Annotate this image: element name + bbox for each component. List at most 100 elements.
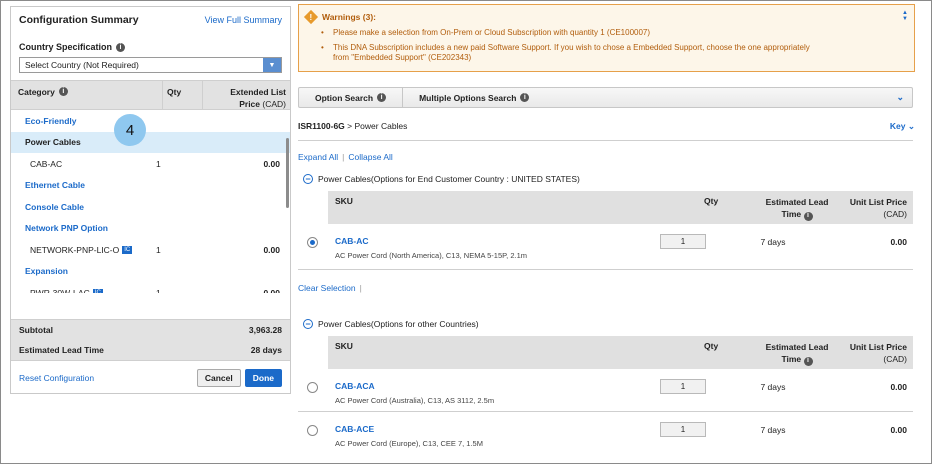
options-grid-header: SKU Qty Estimated Lead Time i Unit List P… (328, 336, 913, 369)
quantity-input[interactable]: 1 (660, 422, 706, 437)
warning-item-text: This DNA Subscription includes a new pai… (333, 42, 810, 52)
lead-time: 7 days (760, 382, 786, 392)
item-name: PWR-30W-I-AC IC (11, 288, 156, 293)
option-sku-link[interactable]: CAB-ACE (335, 424, 374, 434)
category-item[interactable]: Power Cables (11, 131, 290, 153)
warnings-box: ! Warnings (3): Please make a selection … (298, 4, 915, 72)
item-price: 0.00 (263, 287, 280, 293)
price-col-line1: Unit List Price (849, 342, 907, 352)
breadcrumb: ISR1100-6G > Power Cables (298, 121, 407, 131)
country-spec-label: Country Specification i (11, 33, 290, 52)
section-title: Power Cables(Options for other Countries… (318, 319, 479, 329)
qty-col-header: Qty (162, 81, 202, 109)
category-item[interactable]: Console Cable (11, 196, 290, 218)
expand-all-link[interactable]: Expand All (298, 152, 338, 162)
lead-time-label: Estimated Lead Time (19, 345, 104, 355)
tab-multiple-options-label: Multiple Options Search (419, 92, 517, 103)
key-label: Key (889, 121, 906, 131)
lead-col-line1: Estimated Lead (765, 342, 829, 352)
options-panel: ! Warnings (3): Please make a selection … (298, 4, 915, 460)
option-radio[interactable] (307, 237, 318, 248)
scroll-arrows-icon[interactable]: ▲ ▼ (902, 10, 908, 22)
lead-col-header: Estimated Lead Time i (753, 196, 841, 221)
section-header-us[interactable]: − Power Cables(Options for End Customer … (303, 174, 580, 184)
summary-totals: Subtotal 3,963.28 Estimated Lead Time 28… (11, 319, 290, 361)
lead-col-header: Estimated Lead Time i (753, 341, 841, 366)
price-col-header: Unit List Price (CAD) (850, 341, 907, 365)
subtotal-value: 3,963.28 (248, 325, 282, 335)
view-full-summary-link[interactable]: View Full Summary (205, 15, 282, 25)
item-price: 0.00 (263, 158, 280, 169)
reset-configuration-link[interactable]: Reset Configuration (19, 373, 94, 383)
unit-price: 0.00 (890, 382, 907, 392)
info-icon[interactable]: i (58, 87, 68, 96)
included-tag: IC (92, 288, 103, 293)
lead-col-line1: Estimated Lead (765, 197, 829, 207)
summary-table-header: Category i Qty Extended List Price (CAD) (11, 80, 290, 110)
collapse-icon[interactable]: − (303, 319, 313, 329)
clear-selection-link[interactable]: Clear Selection (298, 283, 356, 293)
collapse-all-link[interactable]: Collapse All (348, 152, 392, 162)
chevron-down-icon[interactable]: ▼ (263, 58, 281, 72)
item-qty: 1 (156, 244, 161, 255)
section-header-other[interactable]: − Power Cables(Options for other Countri… (303, 319, 479, 329)
lead-col-line2: Time (781, 354, 802, 364)
country-select[interactable]: Select Country (Not Required) ▼ (19, 57, 282, 73)
warning-item: Please make a selection from On-Prem or … (319, 28, 810, 39)
collapse-icon[interactable]: − (303, 174, 313, 184)
clear-selection: Clear Selection | (298, 283, 362, 293)
option-row: CAB-AC AC Power Cord (North America), C1… (298, 228, 913, 270)
option-sku-link[interactable]: CAB-AC (335, 236, 369, 246)
price-col-header: Unit List Price (CAD) (850, 196, 907, 220)
summary-item-row[interactable]: NETWORK-PNP-LIC-O IC 1 0.00 (11, 239, 290, 261)
cancel-button[interactable]: Cancel (196, 369, 241, 387)
item-name-text: PWR-30W-I-AC (30, 287, 90, 293)
option-radio[interactable] (307, 425, 318, 436)
chevron-down-icon[interactable]: ⌄ (896, 92, 912, 103)
category-item[interactable]: Ethernet Cable (11, 175, 290, 197)
done-button[interactable]: Done (244, 369, 282, 387)
price-col-unit: (CAD) (883, 209, 907, 219)
tab-option-search[interactable]: Option Search i (299, 88, 404, 107)
unit-price: 0.00 (890, 237, 907, 247)
quantity-input[interactable]: 1 (660, 234, 706, 249)
option-sku-link[interactable]: CAB-ACA (335, 381, 375, 391)
lead-time: 7 days (760, 425, 786, 435)
scrollbar[interactable] (286, 138, 289, 208)
category-item[interactable]: Eco-Friendly (11, 110, 290, 132)
country-select-value: Select Country (Not Required) (25, 60, 139, 70)
info-icon[interactable]: i (520, 93, 530, 102)
info-icon[interactable]: i (377, 93, 387, 102)
configuration-summary-panel: Configuration Summary View Full Summary … (10, 6, 291, 394)
warnings-title: Warnings (3): (322, 12, 376, 22)
unit-price: 0.00 (890, 425, 907, 435)
info-icon[interactable]: i (803, 211, 813, 221)
category-col-label: Category (18, 87, 55, 97)
summary-title: Configuration Summary (19, 14, 139, 26)
tab-multiple-options-search[interactable]: Multiple Options Search i (403, 88, 545, 107)
subtotal-label: Subtotal (19, 325, 53, 335)
lead-time: 7 days (760, 237, 786, 247)
quantity-input[interactable]: 1 (660, 379, 706, 394)
option-description: AC Power Cord (North America), C13, NEMA… (335, 251, 528, 260)
included-tag: IC (122, 245, 133, 254)
breadcrumb-root[interactable]: ISR1100-6G (298, 121, 345, 131)
expand-collapse-links: Expand All | Collapse All (298, 152, 393, 162)
tab-option-search-label: Option Search (315, 92, 374, 103)
category-col-header: Category i (11, 81, 162, 109)
section-title: Power Cables(Options for End Customer Co… (318, 174, 580, 184)
option-description: AC Power Cord (Australia), C13, AS 3112,… (335, 396, 495, 405)
info-icon[interactable]: i (116, 42, 126, 52)
summary-item-row[interactable]: CAB-AC 1 0.00 (11, 153, 290, 175)
category-item[interactable]: Network PNP Option (11, 218, 290, 240)
key-link[interactable]: Key ⌄ (890, 121, 915, 132)
price-col-unit: (CAD) (883, 354, 907, 364)
category-item[interactable]: Expansion (11, 261, 290, 283)
lead-time-row: Estimated Lead Time 28 days (11, 340, 290, 360)
info-icon[interactable]: i (803, 356, 813, 366)
step-badge: 4 (114, 114, 146, 146)
option-radio[interactable] (307, 382, 318, 393)
divider (298, 140, 913, 141)
chevron-down-icon: ⌄ (907, 121, 915, 131)
summary-item-row[interactable]: PWR-30W-I-AC IC 1 0.00 (11, 282, 290, 293)
